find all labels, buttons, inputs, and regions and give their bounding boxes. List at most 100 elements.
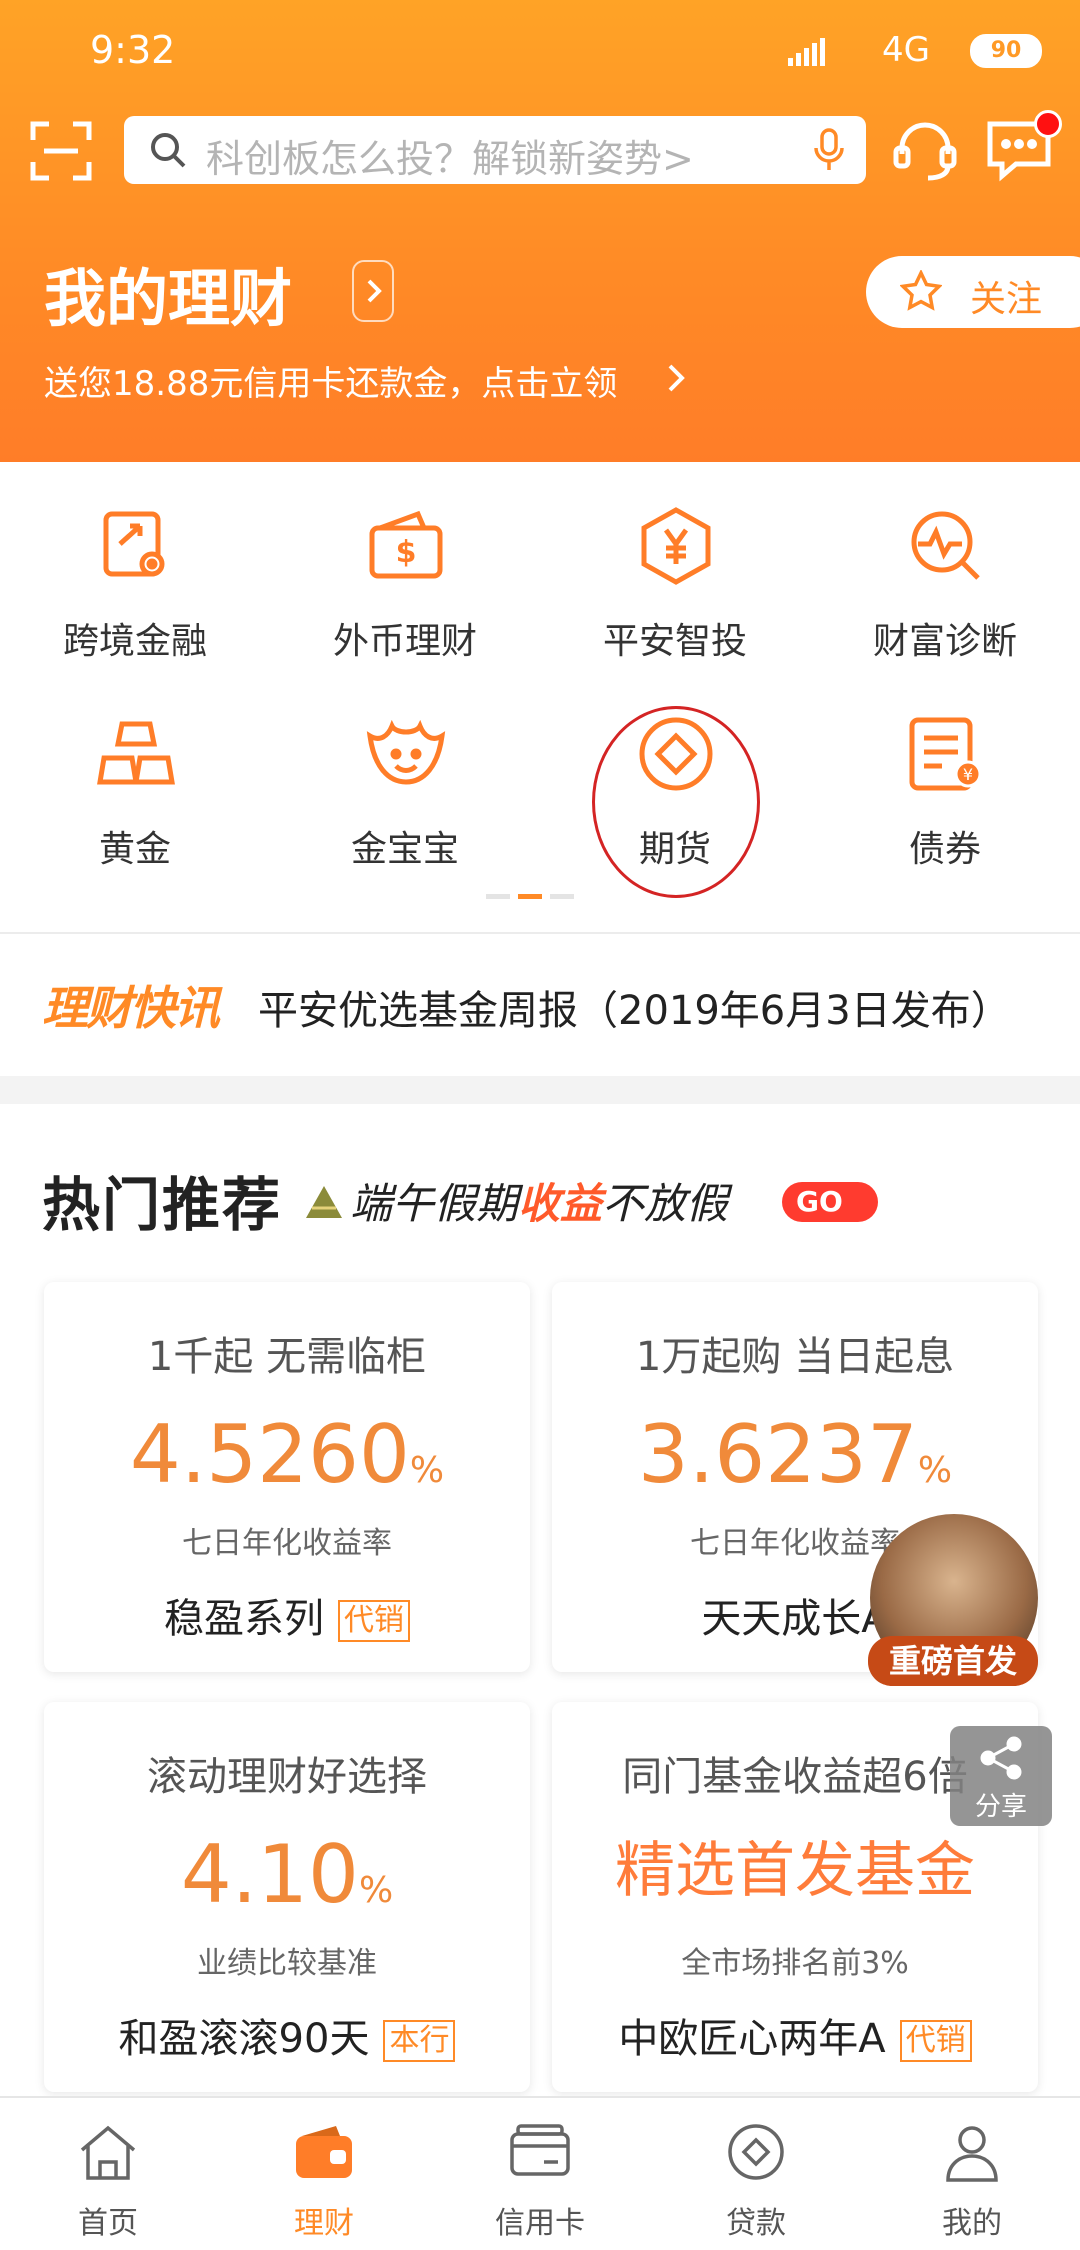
- grid-item-gold[interactable]: 黄金: [0, 670, 270, 870]
- rate-value: 4.10: [180, 1828, 359, 1921]
- message-button[interactable]: [986, 110, 1062, 182]
- rate-unit: %: [409, 1450, 445, 1491]
- grid-item-crossborder[interactable]: 跨境金融: [0, 462, 270, 662]
- page-title[interactable]: 我的理财: [44, 248, 292, 338]
- product-name: 天天成长A: [701, 1596, 889, 1642]
- search-placeholder: 科创板怎么投？解锁新姿势>: [206, 137, 694, 181]
- product-badge: 代销: [899, 2020, 972, 2062]
- grid-item-forex[interactable]: $ 外币理财: [270, 462, 540, 662]
- grid-label: 外币理财: [332, 621, 477, 662]
- follow-button[interactable]: 关注: [866, 256, 1080, 328]
- grid-item-jinbaobao[interactable]: 金宝宝: [270, 670, 540, 870]
- news-tag: 理财快讯: [42, 981, 220, 1035]
- wallet-icon: [296, 2126, 352, 2178]
- card-tagline: 1千起 无需临柜: [147, 1334, 427, 1380]
- card-headline: 精选首发基金: [615, 1836, 975, 1906]
- grid-item-smart-invest[interactable]: 平安智投: [540, 462, 810, 662]
- user-icon: [946, 2126, 998, 2182]
- bond-document-icon: ¥: [909, 717, 982, 791]
- share-button[interactable]: 分享: [950, 1726, 1052, 1826]
- card-product-name: 稳盈系列 代销: [44, 1586, 530, 1644]
- advisor-tag[interactable]: 重磅首发: [868, 1636, 1038, 1686]
- card-tagline: 滚动理财好选择: [147, 1754, 427, 1800]
- grid-label: 黄金: [98, 829, 171, 870]
- card-rate: 4.5260%: [44, 1408, 530, 1501]
- product-badge: 本行: [383, 2020, 456, 2062]
- customer-service-icon[interactable]: [892, 118, 958, 184]
- page-dot: [550, 894, 574, 899]
- holiday-promo[interactable]: 端午假期收益不放假: [350, 1170, 728, 1231]
- rate-unit: %: [917, 1450, 953, 1491]
- nav-label: 贷款: [726, 2206, 786, 2241]
- highlight-circle-annotation: [592, 706, 760, 898]
- unread-dot: [1034, 110, 1062, 138]
- grid-label: 金宝宝: [350, 829, 459, 870]
- gold-bars-icon: [97, 721, 175, 785]
- nav-label: 首页: [78, 2206, 138, 2241]
- rate-value: 4.5260: [129, 1408, 410, 1501]
- search-input[interactable]: 科创板怎么投？解锁新姿势>: [124, 116, 866, 184]
- home-icon: [80, 2125, 136, 2180]
- promo-part1: 端午假期: [350, 1179, 519, 1228]
- card-tagline: 1万起购 当日起息: [635, 1334, 955, 1380]
- nav-label: 信用卡: [495, 2206, 585, 2241]
- card-product-name: 中欧匠心两年A 代销: [552, 2006, 1038, 2064]
- signal-icon: [788, 38, 825, 66]
- card-product-name: 和盈滚滚90天 本行: [44, 2006, 530, 2064]
- product-card[interactable]: 1千起 无需临柜 4.5260% 七日年化收益率 稳盈系列 代销: [44, 1282, 530, 1672]
- card-rate: 3.6237%: [552, 1408, 1038, 1501]
- promo-highlight: 收益: [518, 1179, 603, 1228]
- rate-value: 3.6237: [637, 1408, 918, 1501]
- ingot-smile-icon: [366, 719, 446, 785]
- follow-label: 关注: [970, 279, 1043, 320]
- news-headline[interactable]: 平安优选基金周报（2019年6月3日发布）: [258, 978, 1011, 1036]
- microphone-icon[interactable]: [814, 128, 844, 172]
- network-type: 4G: [882, 30, 930, 70]
- card-rank-label: 全市场排名前3%: [681, 1946, 909, 1981]
- chevron-right-icon[interactable]: [352, 260, 394, 322]
- grid-item-bonds[interactable]: ¥ 债券: [810, 670, 1080, 870]
- status-bar: 9:32 4G 90: [0, 0, 1080, 100]
- dollar-wallet-icon: $: [369, 510, 443, 579]
- share-icon: [980, 1736, 1022, 1780]
- nav-label: 理财: [294, 2206, 354, 2241]
- rate-unit: %: [358, 1870, 394, 1911]
- loan-icon: [728, 2124, 784, 2180]
- rice-dumpling-icon: [306, 1186, 342, 1218]
- grid-item-wealth-diagnosis[interactable]: 财富诊断: [810, 462, 1080, 662]
- scan-icon[interactable]: [30, 120, 92, 182]
- bottom-nav: 首页 理财 信用卡 贷款 我的: [0, 2096, 1080, 2250]
- promo-link[interactable]: 送您18.88元信用卡还款金，点击立领: [44, 356, 617, 405]
- star-icon: [900, 270, 942, 311]
- nav-label: 我的: [942, 2206, 1002, 2241]
- product-name: 稳盈系列: [164, 1596, 324, 1642]
- section-title: 热门推荐: [42, 1171, 283, 1239]
- nav-item-me[interactable]: 我的: [864, 2098, 1080, 2250]
- diagnosis-icon: [911, 511, 980, 580]
- card-rate-label: 业绩比较基准: [197, 1946, 377, 1981]
- nav-item-home[interactable]: 首页: [0, 2098, 216, 2250]
- crossborder-icon: [103, 511, 165, 577]
- product-badge: 代销: [338, 1600, 410, 1642]
- news-bar[interactable]: 理财快讯 平安优选基金周报（2019年6月3日发布）: [0, 932, 1080, 1076]
- nav-item-wealth[interactable]: 理财: [216, 2098, 432, 2250]
- share-label: 分享: [974, 1792, 1027, 1822]
- nav-item-credit-card[interactable]: 信用卡: [432, 2098, 648, 2250]
- nav-item-loan[interactable]: 贷款: [648, 2098, 864, 2250]
- card-rate-label: 七日年化收益率: [182, 1526, 392, 1561]
- grid-label: 债券: [908, 829, 981, 870]
- function-grid: 跨境金融 $ 外币理财 平安智投 财富诊断 黄金 金宝宝 期货 ¥ 债券: [0, 462, 1080, 932]
- product-name: 和盈滚滚90天: [118, 2016, 370, 2062]
- promo-part2: 不放假: [602, 1179, 729, 1228]
- svg-text:¥: ¥: [963, 765, 973, 784]
- credit-card-icon: [510, 2124, 570, 2176]
- page-dot-active: [518, 894, 542, 899]
- product-card[interactable]: 滚动理财好选择 4.10% 业绩比较基准 和盈滚滚90天 本行: [44, 1702, 530, 2092]
- status-time: 9:32: [90, 28, 176, 72]
- grid-label: 财富诊断: [872, 621, 1017, 662]
- card-rate: 4.10%: [44, 1828, 530, 1921]
- go-button[interactable]: GO: [782, 1182, 878, 1222]
- battery-icon: 90: [970, 34, 1042, 68]
- header: 9:32 4G 90 科创板怎么投？解锁新姿势> 我的理财 关注 送您18.88…: [0, 0, 1080, 462]
- chevron-right-icon: [668, 364, 685, 392]
